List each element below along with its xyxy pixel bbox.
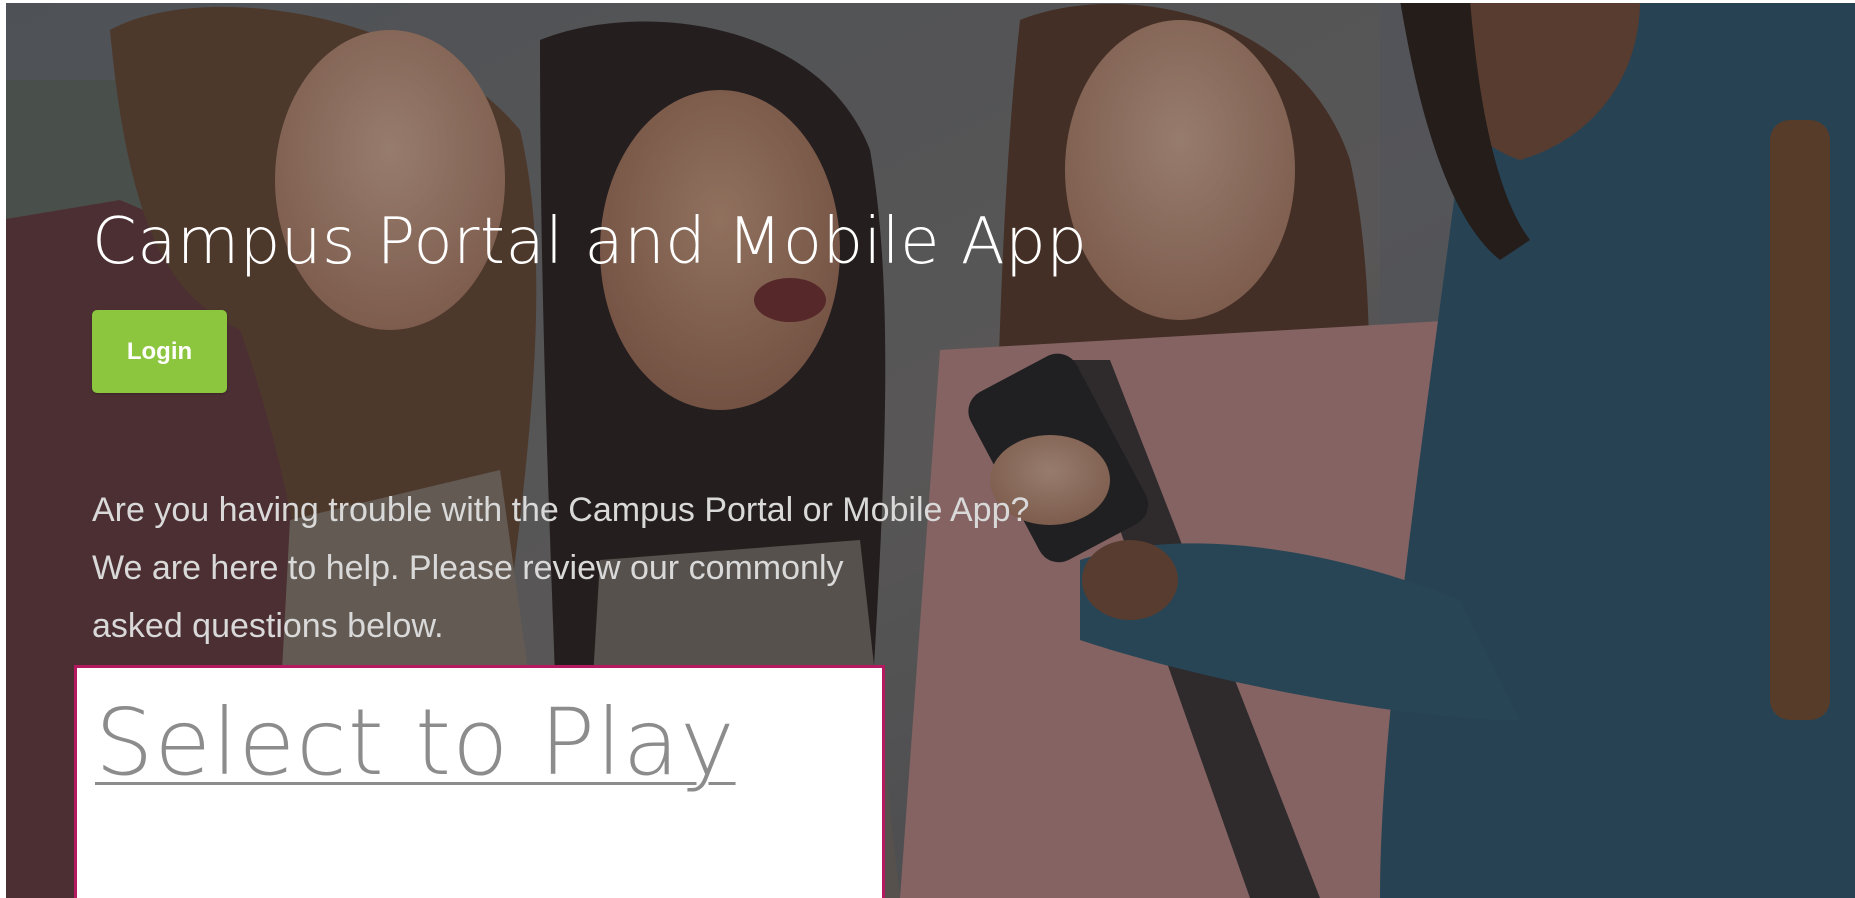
- help-text: Are you having trouble with the Campus P…: [92, 481, 1142, 655]
- page-border-top: [0, 0, 1855, 3]
- hero-content: Campus Portal and Mobile App Login Are y…: [92, 200, 1192, 655]
- page-border: [0, 0, 6, 898]
- hero-section: Campus Portal and Mobile App Login Are y…: [0, 0, 1855, 898]
- help-line-1: Are you having trouble with the Campus P…: [92, 491, 1030, 529]
- login-button[interactable]: Login: [92, 310, 227, 393]
- help-line-3: asked questions below.: [92, 607, 444, 645]
- video-card: Select to Play: [74, 665, 885, 898]
- page-title: Campus Portal and Mobile App: [92, 205, 1088, 279]
- select-to-play-link[interactable]: Select to Play: [95, 688, 736, 798]
- help-line-2: We are here to help. Please review our c…: [92, 549, 844, 587]
